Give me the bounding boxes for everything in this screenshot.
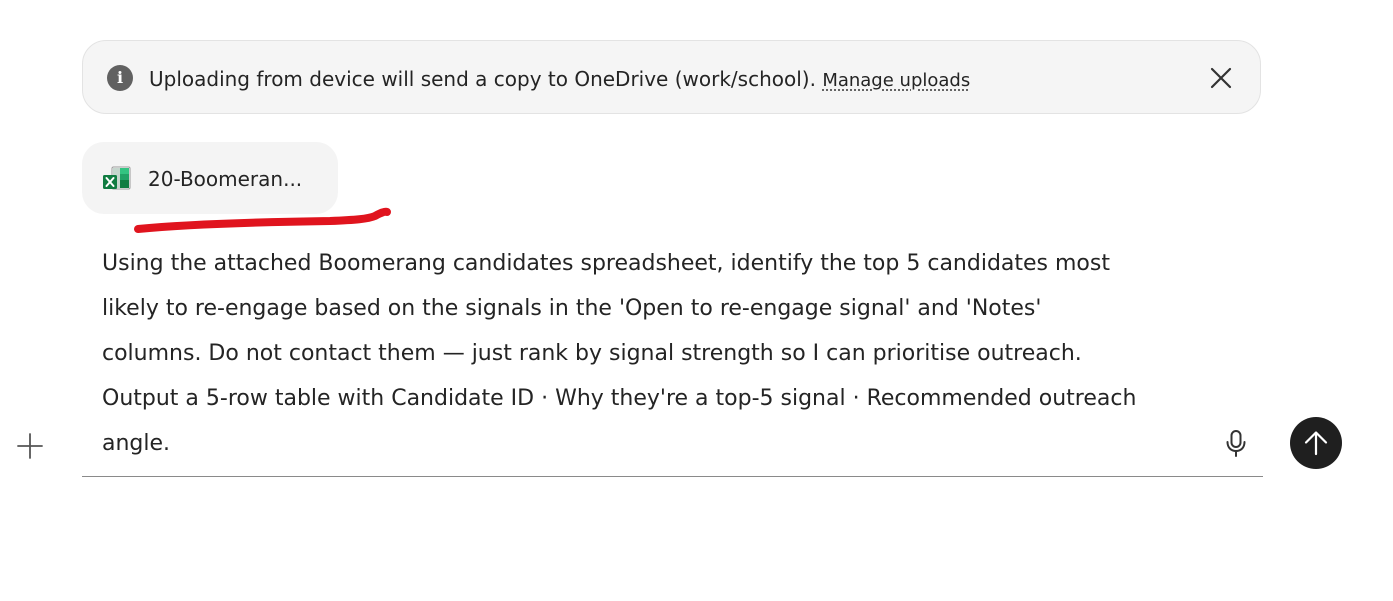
banner-close-button[interactable]	[1206, 63, 1236, 93]
arrow-up-icon	[1304, 431, 1328, 456]
excel-file-icon	[103, 166, 131, 190]
banner-message: Uploading from device will send a copy t…	[149, 66, 970, 94]
send-button[interactable]	[1290, 417, 1342, 469]
plus-icon	[17, 433, 43, 459]
prompt-input[interactable]: Using the attached Boomerang candidates …	[102, 241, 1202, 466]
copilot-compose-area: i Uploading from device will send a copy…	[0, 0, 1393, 601]
prompt-line: Output a 5-row table with Candidate ID ·…	[102, 386, 1137, 411]
prompt-line: angle.	[102, 431, 171, 456]
upload-info-banner: i Uploading from device will send a copy…	[82, 40, 1261, 114]
prompt-line: Using the attached Boomerang candidates …	[102, 251, 1110, 276]
close-icon	[1210, 67, 1232, 89]
prompt-line: likely to re-engage based on the signals…	[102, 296, 1042, 321]
prompt-line: columns. Do not contact them — just rank…	[102, 341, 1082, 366]
microphone-icon	[1226, 430, 1246, 457]
input-divider	[82, 476, 1263, 477]
add-attachment-button[interactable]	[14, 430, 46, 462]
microphone-button[interactable]	[1222, 428, 1250, 460]
red-underline-annotation	[134, 207, 391, 233]
info-icon: i	[107, 65, 133, 91]
manage-uploads-link[interactable]: Manage uploads	[822, 70, 970, 91]
banner-message-text: Uploading from device will send a copy t…	[149, 67, 816, 91]
attached-file-name: 20-Boomeran...	[148, 167, 303, 191]
